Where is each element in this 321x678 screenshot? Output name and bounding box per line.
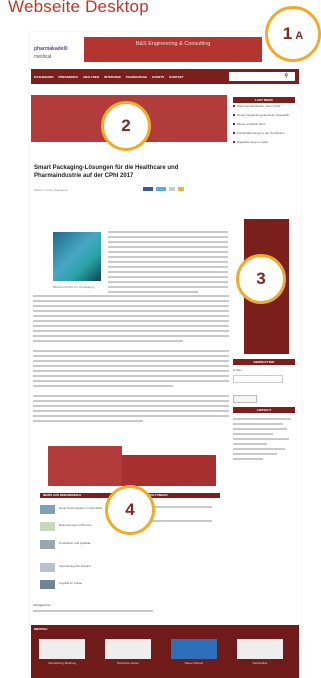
footer: MEDITAG Verpackung Meldung Branchen-News…: [31, 625, 299, 678]
footer-card-caption: Fachartikel: [252, 661, 268, 665]
newsletter-box: E-Mail: [233, 368, 295, 403]
news-list-item[interactable]: Produktion und Qualität: [40, 540, 126, 549]
badge-number: 4: [125, 500, 135, 519]
sidebar-news-header: LAST NEWS: [233, 97, 295, 103]
search-icon[interactable]: ⚲: [284, 72, 288, 81]
event-text: [152, 520, 212, 522]
nav-item-pharmapage[interactable]: PHARMAPAGE: [126, 75, 147, 79]
news-item-title: Verpackung der Zukunft: [59, 564, 91, 568]
search-placeholder: Suche: [231, 74, 241, 78]
news-thumbnail: [40, 540, 55, 549]
news-item-title: Logistik im Fokus: [59, 581, 83, 585]
nav-item-kontakt[interactable]: KONTAKT: [169, 75, 183, 79]
search-input[interactable]: Suche ⚲: [229, 72, 295, 81]
footer-card-caption: Branchen-News: [117, 661, 139, 665]
news-list-item[interactable]: Verpackung der Zukunft: [40, 563, 126, 572]
logo-line-2: medical: [34, 54, 52, 60]
news-thumbnail: [40, 522, 55, 531]
facebook-share-icon[interactable]: [143, 187, 153, 191]
article-image: [53, 232, 101, 281]
footer-card-caption: Verpackung Meldung: [47, 661, 77, 665]
sidebar-news-list: Pharma-Lieferketten unter Druck Neues Ve…: [233, 104, 295, 149]
article-intro-text: [108, 231, 228, 296]
logo-line-1: pharmakadelli: [34, 46, 68, 52]
content-ad-slot-extension[interactable]: [122, 455, 216, 486]
newsletter-header: NEWSLETTER: [233, 359, 295, 365]
badge-suffix: A: [295, 30, 304, 42]
top-banner-text: B&S Engineering & Consulting: [135, 41, 211, 47]
article-title: Smart Packaging-Lösungen für die Healthc…: [34, 165, 179, 179]
nav-item-dashboard[interactable]: DASHBOARD: [34, 75, 54, 79]
sidebar-more-header: CONTACT: [233, 407, 295, 413]
tags-label: Schlagwörter:: [33, 603, 52, 607]
page-heading: Webseite Desktop: [8, 0, 149, 16]
sidebar-more-list: [233, 418, 295, 463]
badge-number: 2: [121, 116, 131, 135]
badge-number: 1: [282, 24, 293, 43]
share-icon[interactable]: [169, 187, 175, 191]
news-thumbnail: [40, 563, 55, 572]
article-meta: Datum | Autor | Kategorie: [34, 188, 68, 192]
footer-card-image[interactable]: [105, 639, 151, 659]
newsletter-email-field[interactable]: [233, 375, 283, 383]
newsletter-label: E-Mail: [233, 368, 242, 372]
ad-position-badge-2: 2: [101, 101, 151, 151]
site-logo[interactable]: pharmakadelli medical: [34, 44, 78, 64]
footer-card-image[interactable]: [39, 639, 85, 659]
article-image-caption: Bildunterschrift zur Verpackung: [53, 285, 95, 289]
ad-position-badge-3: 3: [236, 254, 286, 304]
twitter-share-icon[interactable]: [156, 187, 166, 191]
ad-position-badge-1a: 1 A: [265, 6, 321, 62]
footer-header: MEDITAG: [34, 627, 48, 631]
sidebar-news-item[interactable]: Fachkräftemangel in der Produktion: [233, 131, 295, 135]
footer-card-image[interactable]: [171, 639, 217, 659]
nav-item-analysen[interactable]: ANALYSEN: [83, 75, 99, 79]
news-thumbnail: [40, 505, 55, 514]
nav-item-events[interactable]: EVENTS: [152, 75, 164, 79]
sidebar-news-item[interactable]: Pharma-Lieferketten unter Druck: [233, 104, 295, 108]
nav-item-interview[interactable]: INTERVIEW: [104, 75, 121, 79]
news-list-item[interactable]: Logistik im Fokus: [40, 580, 126, 589]
news-item-title: Produktion und Qualität: [59, 541, 91, 545]
event-text: [152, 506, 212, 508]
nav-item-presseinfo[interactable]: PRESSEINFO: [59, 75, 78, 79]
badge-number: 3: [256, 269, 266, 288]
news-thumbnail: [40, 580, 55, 589]
print-icon[interactable]: [178, 187, 184, 191]
article-body-text: [33, 295, 229, 425]
tags-list[interactable]: [33, 610, 153, 612]
main-navigation: DASHBOARD PRESSEINFO ANALYSEN INTERVIEW …: [31, 69, 299, 84]
content-ad-slot[interactable]: [48, 446, 122, 486]
sidebar-news-item[interactable]: Messe-Ausblick 2017: [233, 122, 295, 126]
footer-card-image[interactable]: [237, 639, 283, 659]
top-banner-ad[interactable]: B&S Engineering & Consulting: [84, 37, 262, 62]
newsletter-submit-button[interactable]: [233, 395, 257, 403]
sidebar-news-item[interactable]: Digitalisierung im Labor: [233, 140, 295, 144]
footer-card-caption: Neuer Partner: [184, 661, 204, 665]
sidebar-news-item[interactable]: Neues Verpackungskonzept vorgestellt: [233, 113, 295, 117]
ad-position-badge-4: 4: [105, 485, 155, 535]
